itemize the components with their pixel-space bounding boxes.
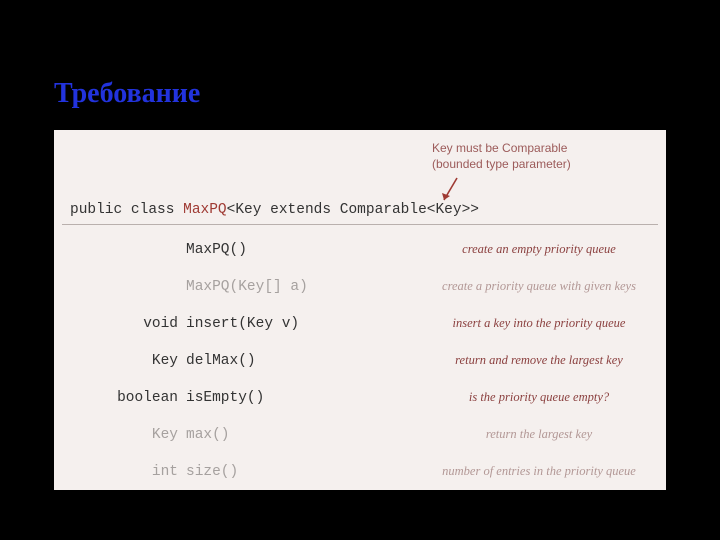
class-signature: public class MaxPQ<Key extends Comparabl… bbox=[70, 202, 479, 218]
signature-class-name: MaxPQ bbox=[183, 202, 227, 218]
api-description: create a priority queue with given keys bbox=[424, 279, 654, 294]
api-method-signature: MaxPQ() bbox=[186, 242, 247, 258]
api-method-signature: size() bbox=[186, 464, 238, 480]
api-row: int size() number of entries in the priori… bbox=[54, 464, 666, 490]
annotation-text: Key must be Comparable (bounded type par… bbox=[432, 140, 571, 172]
api-return-type: int bbox=[54, 464, 178, 480]
api-row: Key delMax() return and remove the largest… bbox=[54, 353, 666, 379]
api-card: Key must be Comparable (bounded type par… bbox=[54, 130, 666, 490]
api-description: return and remove the largest key bbox=[424, 353, 654, 368]
annotation-line-1: Key must be Comparable bbox=[432, 141, 567, 155]
api-description: return the largest key bbox=[424, 427, 654, 442]
api-row: MaxPQ(Key[] a) create a priority queue wi… bbox=[54, 279, 666, 305]
api-method-signature: MaxPQ(Key[] a) bbox=[186, 279, 308, 295]
slide-heading: Требование bbox=[54, 78, 200, 110]
api-method-signature: delMax() bbox=[186, 353, 256, 369]
signature-prefix: public class bbox=[70, 202, 183, 218]
api-description: is the priority queue empty? bbox=[424, 390, 654, 405]
annotation-line-2: (bounded type parameter) bbox=[432, 157, 571, 171]
api-row: void insert(Key v) insert a key into the p… bbox=[54, 316, 666, 342]
api-row: MaxPQ() create an empty priority queue bbox=[54, 242, 666, 268]
api-row: Key max() return the largest key bbox=[54, 427, 666, 453]
divider bbox=[62, 224, 658, 225]
signature-generic: <Key extends Comparable<Key>> bbox=[227, 202, 479, 218]
api-return-type: void bbox=[54, 316, 178, 332]
api-row: boolean isEmpty() is the priority queue em… bbox=[54, 390, 666, 416]
api-method-signature: max() bbox=[186, 427, 230, 443]
api-method-signature: insert(Key v) bbox=[186, 316, 299, 332]
api-return-type: boolean bbox=[54, 390, 178, 406]
api-description: insert a key into the priority queue bbox=[424, 316, 654, 331]
api-return-type: Key bbox=[54, 427, 178, 443]
api-method-signature: isEmpty() bbox=[186, 390, 264, 406]
api-description: number of entries in the priority queue bbox=[424, 464, 654, 479]
api-return-type: Key bbox=[54, 353, 178, 369]
api-description: create an empty priority queue bbox=[424, 242, 654, 257]
